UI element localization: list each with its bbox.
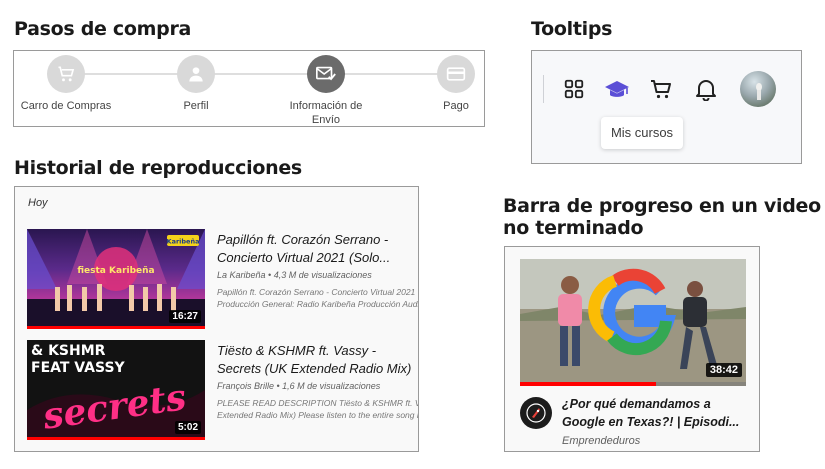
person-icon	[177, 55, 215, 93]
video-title[interactable]: Papillón ft. Corazón Serrano -	[217, 231, 418, 249]
video-info: Tiësto & KSHMR ft. Vassy - Secrets (UK E…	[217, 342, 419, 421]
video-progress-track	[520, 382, 746, 386]
watched-progress-bar	[27, 326, 205, 329]
grid-icon[interactable]	[560, 75, 588, 103]
step-label: Información de Envío	[289, 100, 363, 126]
thumb-artist-text: & KSHMR	[31, 343, 106, 359]
video-title-continued[interactable]: Concierto Virtual 2021 (Solo...	[217, 249, 418, 267]
avatar[interactable]	[740, 71, 776, 107]
video-title[interactable]: Tiësto & KSHMR ft. Vassy -	[217, 342, 418, 360]
rocket-icon	[526, 403, 546, 423]
progress-heading-continued: no terminado	[503, 217, 644, 239]
watched-progress-bar	[27, 437, 205, 440]
video-meta: La Karibeña • 4,3 M de visualizaciones	[217, 270, 372, 280]
video-title-continued[interactable]: Secrets (UK Extended Radio Mix)	[217, 360, 418, 378]
step-shipping-info[interactable]: Información de Envío	[271, 55, 381, 127]
step-payment[interactable]: Pago	[401, 55, 511, 113]
video-meta: François Brille • 1,6 M de visualizacion…	[217, 381, 381, 391]
channel-avatar[interactable]	[520, 397, 552, 429]
thumb-feat-text: FEAT VASSY	[31, 360, 126, 376]
thumb-title-text: fiesta Karibeña	[77, 266, 154, 276]
video-thumbnail[interactable]: Karibeña fiesta Karibeña 16:27	[27, 229, 205, 329]
steps-connector-line	[80, 73, 456, 75]
cart-icon[interactable]	[647, 75, 675, 103]
step-cart[interactable]: Carro de Compras	[11, 55, 121, 113]
video-progress-fill	[520, 382, 656, 386]
history-panel: Hoy Karibeña fiesta Karibeña 16:27 Papil…	[14, 186, 419, 452]
progress-heading: Barra de progreso en un video	[503, 195, 821, 217]
credit-card-icon	[437, 55, 475, 93]
cart-icon	[47, 55, 85, 93]
day-label: Hoy	[28, 197, 48, 209]
video-duration: 38:42	[705, 363, 742, 377]
step-profile[interactable]: Perfil	[141, 55, 251, 113]
progress-video-card[interactable]: 38:42 ¿Por qué demandamos a Google en Te…	[504, 246, 760, 452]
history-heading: Historial de reproducciones	[14, 157, 302, 179]
video-description: PLEASE READ DESCRIPTION Tiësto & KSHMR f…	[217, 398, 419, 408]
step-label: Carro de Compras	[20, 100, 112, 112]
bell-icon[interactable]	[692, 75, 720, 103]
tooltip-my-courses: Mis cursos	[601, 117, 683, 149]
toolbar-divider	[543, 75, 544, 103]
tooltips-panel: Mis cursos	[531, 50, 802, 164]
video-duration: 16:27	[169, 310, 201, 323]
video-description-continued: Extended Radio Mix) Please listen to the…	[217, 410, 419, 420]
video-description: Papillón ft. Corazón Serrano - Concierto…	[217, 287, 419, 297]
video-thumbnail[interactable]: 38:42	[520, 259, 746, 386]
tooltips-heading: Tooltips	[531, 18, 613, 40]
video-title[interactable]: ¿Por qué demandamos a Google en Texas?! …	[562, 395, 752, 431]
envelope-check-icon	[307, 55, 345, 93]
history-video-item[interactable]: Karibeña fiesta Karibeña 16:27 Papillón …	[27, 229, 419, 329]
history-video-item[interactable]: & KSHMR FEAT VASSY secrets 5:02 Tiësto &…	[27, 340, 419, 440]
video-thumbnail[interactable]: & KSHMR FEAT VASSY secrets 5:02	[27, 340, 205, 440]
thumb-logo-text: Karibeña	[167, 238, 200, 246]
channel-name[interactable]: Emprendeduros	[562, 435, 640, 447]
video-description-continued: Producción General: Radio Karibeña Produ…	[217, 299, 419, 309]
video-title-line: Google en Texas?! | Episodi...	[562, 415, 740, 429]
video-info: Papillón ft. Corazón Serrano - Concierto…	[217, 231, 419, 310]
graduation-cap-icon[interactable]	[603, 75, 631, 103]
step-label: Perfil	[183, 100, 209, 112]
purchase-steps-heading: Pasos de compra	[14, 18, 192, 40]
video-duration: 5:02	[174, 421, 201, 434]
step-label: Pago	[443, 100, 469, 112]
purchase-steps-panel: Carro de Compras Perfil Información de E…	[13, 50, 485, 127]
video-title-line: ¿Por qué demandamos a	[562, 397, 711, 411]
